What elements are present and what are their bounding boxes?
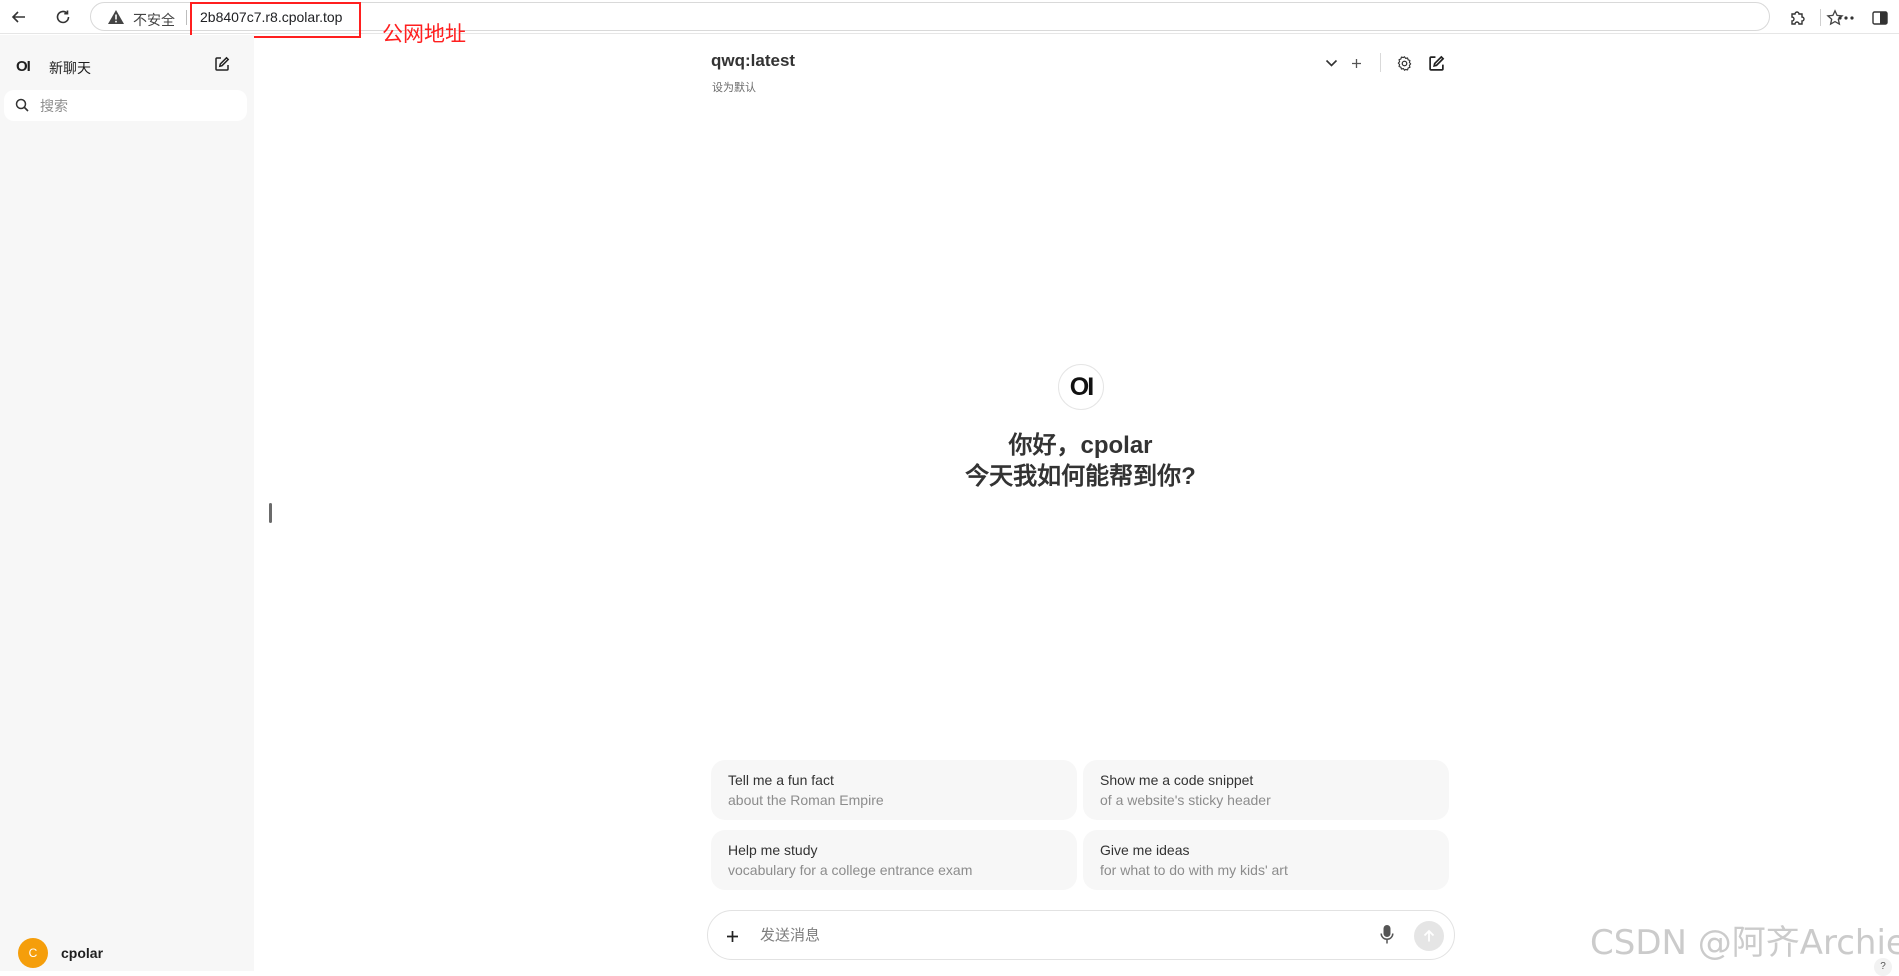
chevron-down-icon xyxy=(1325,59,1337,67)
user-menu[interactable]: C cpolar xyxy=(18,938,103,968)
attach-button[interactable] xyxy=(719,923,745,949)
avatar[interactable]: C xyxy=(18,938,48,968)
browser-toolbar: 不安全 2b8407c7.r8.cpolar.top 公网地址 xyxy=(0,0,1899,46)
annotation-label: 公网地址 xyxy=(382,23,466,46)
more-dots-icon xyxy=(1838,16,1854,20)
new-chat-edit-button[interactable] xyxy=(1425,52,1447,74)
security-label[interactable]: 不安全 xyxy=(133,10,175,30)
model-selector[interactable]: qwq:latest xyxy=(711,51,795,71)
new-chat-button[interactable]: 新聊天 xyxy=(49,58,91,78)
suggestion-subtitle: of a website's sticky header xyxy=(1100,792,1271,808)
reload-button[interactable] xyxy=(50,4,76,30)
arrow-up-icon xyxy=(1423,929,1435,942)
send-button[interactable] xyxy=(1414,921,1444,951)
message-composer xyxy=(707,910,1455,960)
plus-icon xyxy=(1351,58,1361,68)
edit-icon[interactable] xyxy=(214,56,230,72)
suggestion-card[interactable]: Show me a code snippet of a website's st… xyxy=(1083,760,1449,820)
suggestion-subtitle: about the Roman Empire xyxy=(728,792,884,808)
greeting-title: 你好，cpolar xyxy=(1008,432,1153,459)
divider xyxy=(1820,9,1821,26)
back-button[interactable] xyxy=(6,4,32,30)
search-box xyxy=(4,90,247,121)
puzzle-icon xyxy=(1791,11,1805,25)
suggestion-card[interactable]: Tell me a fun fact about the Roman Empir… xyxy=(711,760,1077,820)
sidebar: OI 新聊天 C cpolar xyxy=(0,35,254,971)
url-text[interactable]: 2b8407c7.r8.cpolar.top xyxy=(200,9,342,25)
settings-button[interactable] xyxy=(1393,52,1415,74)
gear-icon xyxy=(1397,55,1411,71)
warning-icon xyxy=(108,10,124,24)
help-button[interactable]: ? xyxy=(1874,958,1892,976)
set-default-button[interactable]: 设为默认 xyxy=(712,79,756,95)
add-model-button[interactable] xyxy=(1345,52,1367,74)
extensions-button[interactable] xyxy=(1785,5,1811,31)
edit-icon xyxy=(1428,55,1444,71)
greeting-subtitle: 今天我如何能帮到你? xyxy=(965,463,1196,490)
microphone-icon[interactable] xyxy=(1380,924,1394,946)
watermark: CSDN @阿齐Archie xyxy=(1590,923,1899,963)
user-name[interactable]: cpolar xyxy=(61,945,103,961)
sidebar-resize-handle[interactable] xyxy=(269,503,272,523)
model-logo: OI xyxy=(1058,364,1104,410)
message-input[interactable] xyxy=(760,924,1320,946)
reload-icon xyxy=(56,10,70,24)
suggestion-title: Tell me a fun fact xyxy=(728,772,834,788)
more-menu-button[interactable] xyxy=(1833,5,1859,31)
search-icon xyxy=(15,98,29,112)
search-input[interactable] xyxy=(40,96,236,116)
plus-icon xyxy=(726,930,738,942)
suggestion-title: Show me a code snippet xyxy=(1100,772,1254,788)
suggestion-subtitle: vocabulary for a college entrance exam xyxy=(728,862,973,878)
sidebar-toggle-button[interactable] xyxy=(1867,5,1893,31)
suggestion-title: Give me ideas xyxy=(1100,842,1190,858)
app-logo[interactable]: OI xyxy=(16,58,31,75)
suggestion-subtitle: for what to do with my kids' art xyxy=(1100,862,1288,878)
back-arrow-icon xyxy=(11,11,25,23)
suggestion-title: Help me study xyxy=(728,842,818,858)
divider xyxy=(186,10,187,25)
suggestion-card[interactable]: Give me ideas for what to do with my kid… xyxy=(1083,830,1449,890)
sidebar-panel-icon xyxy=(1872,11,1888,25)
model-dropdown-button[interactable] xyxy=(1320,52,1342,74)
suggestion-card[interactable]: Help me study vocabulary for a college e… xyxy=(711,830,1077,890)
divider xyxy=(1380,53,1381,72)
